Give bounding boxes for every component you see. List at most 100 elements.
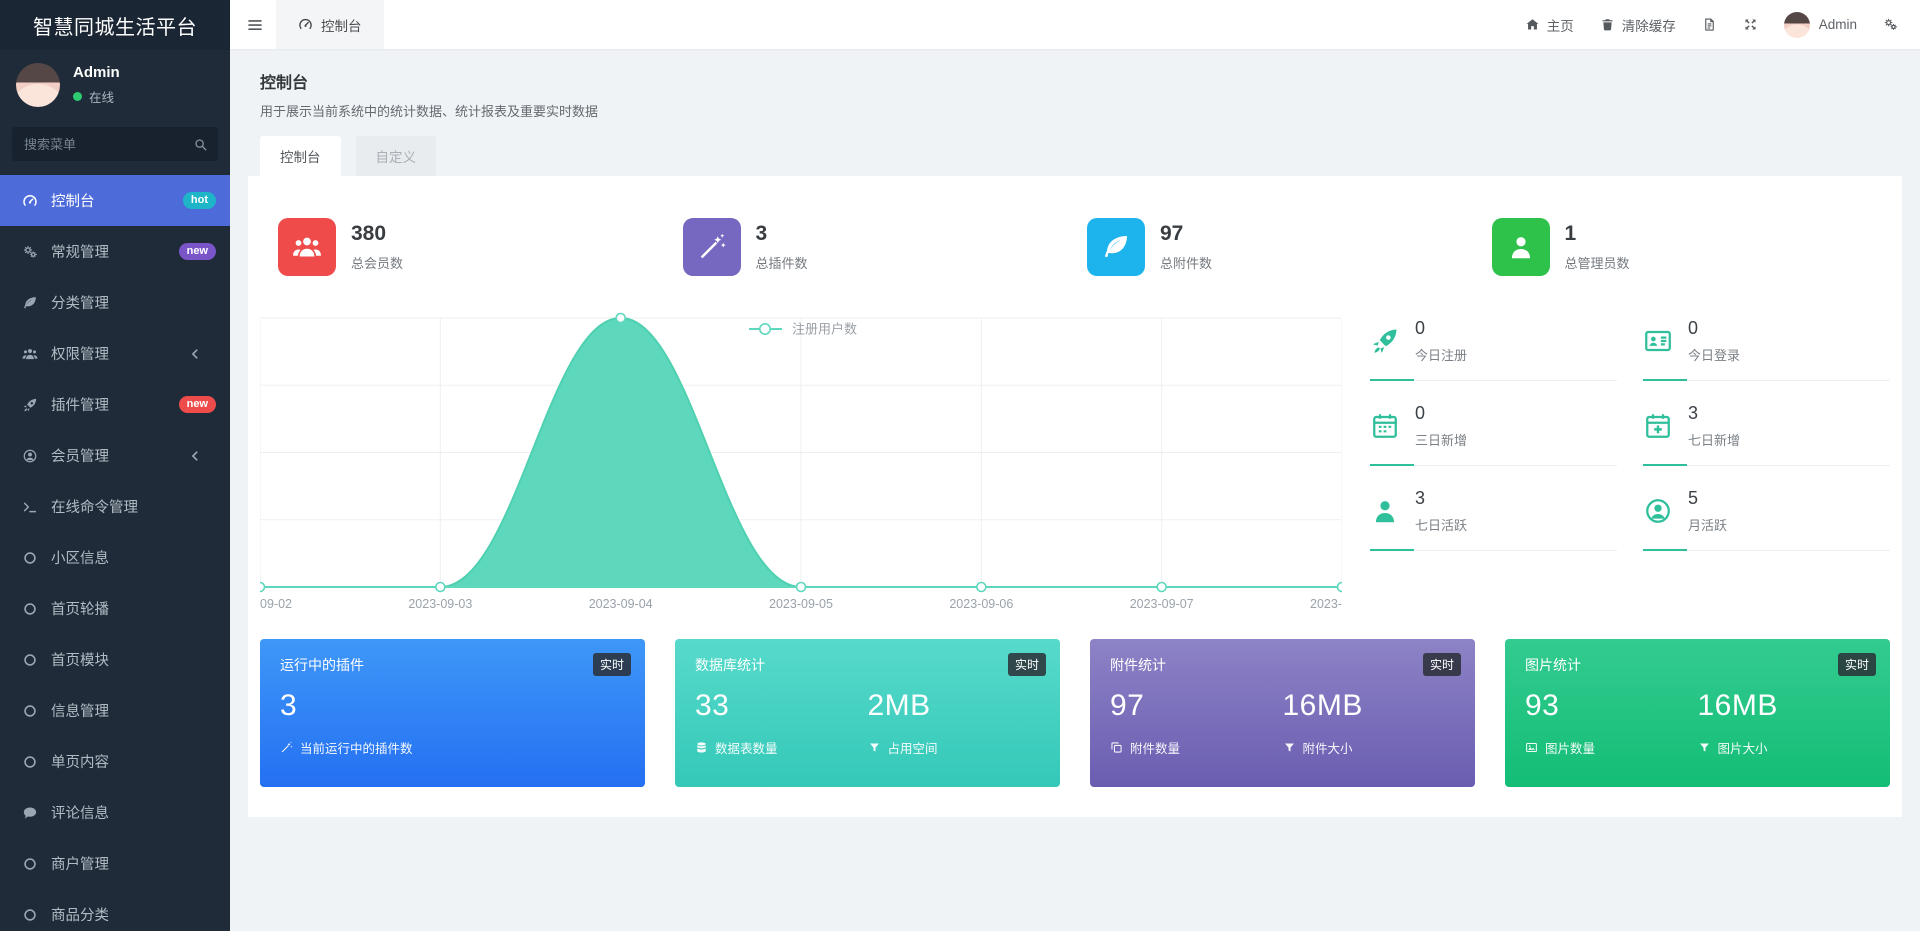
card-label: 当前运行中的插件数: [280, 738, 453, 757]
realtime-card-attachments[interactable]: 附件统计实时97附件数量16MB附件大小: [1090, 639, 1475, 787]
id-card-icon: [1643, 326, 1673, 356]
realtime-card-running-addons[interactable]: 运行中的插件实时3当前运行中的插件数: [260, 639, 645, 787]
search-icon[interactable]: [193, 137, 208, 152]
user-circle-icon: [1643, 496, 1673, 526]
leaf-icon: [22, 295, 38, 311]
angle-left-icon: [187, 448, 203, 464]
sidebar-item-label: 首页模块: [51, 649, 216, 670]
mini-stats-grid: 0 今日注册 0 今日登录 0三日新增 3七日新增 3 七日活跃 5月活跃: [1370, 310, 1890, 617]
realtime-cards-row: 运行中的插件实时3当前运行中的插件数数据库统计实时33数据表数量2MB占用空间附…: [260, 639, 1890, 787]
card-label: 附件数量: [1110, 738, 1283, 757]
sidebar-item-label: 首页轮播: [51, 598, 216, 619]
mini-stat-value: 0: [1415, 403, 1467, 424]
app-title: 智慧同城生活平台: [33, 11, 197, 40]
card-title: 运行中的插件: [280, 655, 625, 675]
mini-stat-value: 0: [1688, 318, 1740, 339]
navbar-right: 主页 清除缓存 Admin: [1525, 12, 1920, 38]
clone-icon: [1110, 741, 1123, 754]
realtime-card-database[interactable]: 数据库统计实时33数据表数量2MB占用空间: [675, 639, 1060, 787]
search-input[interactable]: [12, 127, 218, 161]
sidebar-item-banner[interactable]: 首页轮播: [0, 583, 230, 634]
mini-stat-label: 今日登录: [1688, 345, 1740, 364]
sidebar-item-member[interactable]: 会员管理: [0, 430, 230, 481]
sidebar-item-merchant[interactable]: 商户管理: [0, 838, 230, 889]
sidebar-item-label: 会员管理: [51, 445, 187, 466]
tab-custom[interactable]: 自定义: [356, 136, 437, 176]
page-header: 控制台 用于展示当前系统中的统计数据、统计报表及重要实时数据 控制台自定义: [230, 49, 1920, 176]
mini-stat-value: 3: [1415, 488, 1467, 509]
realtime-card-images[interactable]: 图片统计实时93图片数量16MB图片大小: [1505, 639, 1890, 787]
mini-stat-month-active: 5月活跃: [1643, 466, 1890, 551]
gauge-icon: [298, 17, 313, 32]
sidebar-item-info[interactable]: 信息管理: [0, 685, 230, 736]
avatar[interactable]: [16, 63, 60, 107]
sidebar-item-community[interactable]: 小区信息: [0, 532, 230, 583]
sidebar-item-dashboard[interactable]: 控制台hot: [0, 175, 230, 226]
navbar-user-name: Admin: [1819, 17, 1857, 32]
settings-gears-icon[interactable]: [1883, 17, 1898, 32]
svg-text:2023-09-06: 2023-09-06: [949, 597, 1013, 611]
mini-stat-value: 0: [1415, 318, 1467, 339]
file-icon[interactable]: [1702, 17, 1717, 32]
stat-attachments: 97总附件数: [1075, 218, 1480, 276]
circle-icon: [22, 652, 38, 668]
sidebar-item-label: 信息管理: [51, 700, 216, 721]
sidebar-item-page[interactable]: 单页内容: [0, 736, 230, 787]
registrations-chart[interactable]: 注册用户数2023-09-022023-09-032023-09-042023-…: [260, 310, 1342, 617]
card-title: 图片统计: [1525, 655, 1870, 675]
top-navbar: 控制台 主页 清除缓存 Admin: [230, 0, 1920, 49]
database-icon: [695, 741, 708, 754]
sidebar-item-module[interactable]: 首页模块: [0, 634, 230, 685]
badge-new: new: [179, 396, 216, 413]
stats-row: 380总会员数3总插件数97总附件数1总管理员数: [248, 176, 1902, 276]
home-link[interactable]: 主页: [1525, 15, 1574, 35]
sidebar-item-category[interactable]: 分类管理: [0, 277, 230, 328]
content: 控制台 用于展示当前系统中的统计数据、统计报表及重要实时数据 控制台自定义 38…: [230, 49, 1920, 931]
sidebar-item-command[interactable]: 在线命令管理: [0, 481, 230, 532]
content-tabs: 控制台自定义: [260, 136, 1890, 176]
sidebar-item-comment[interactable]: 评论信息: [0, 787, 230, 838]
nav-tab-dashboard[interactable]: 控制台: [276, 0, 384, 49]
mini-stat-seven-day-new: 3七日新增: [1643, 381, 1890, 466]
svg-text:2023-09-02: 2023-09-02: [260, 597, 292, 611]
sidebar-toggle-icon[interactable]: [246, 16, 264, 34]
tab-dashboard[interactable]: 控制台: [260, 136, 341, 176]
stat-addons: 3总插件数: [671, 218, 1076, 276]
users-icon: [22, 346, 38, 362]
gears-icon: [22, 244, 38, 260]
svg-text:2023-09-04: 2023-09-04: [589, 597, 653, 611]
app-logo[interactable]: 智慧同城生活平台: [0, 0, 230, 50]
user-icon: [1370, 496, 1400, 526]
gauge-icon: [22, 193, 38, 209]
app-root: 智慧同城生活平台 Admin 在线 控制台hot常规管理new分类管理权限管理插…: [0, 0, 1920, 931]
mini-stat-label: 七日活跃: [1415, 515, 1467, 534]
main-area: 控制台 主页 清除缓存 Admin: [230, 0, 1920, 931]
user-menu[interactable]: Admin: [1784, 12, 1857, 38]
sidebar-item-label: 分类管理: [51, 292, 216, 313]
fullscreen-icon[interactable]: [1743, 17, 1758, 32]
mini-stat-label: 今日注册: [1415, 345, 1467, 364]
sidebar-item-auth[interactable]: 权限管理: [0, 328, 230, 379]
page-title: 控制台: [260, 69, 1890, 93]
sidebar-item-general[interactable]: 常规管理new: [0, 226, 230, 277]
card-title: 数据库统计: [695, 655, 1040, 675]
circle-icon: [22, 601, 38, 617]
badge-new: new: [179, 243, 216, 260]
mini-stat-three-day-new: 0三日新增: [1370, 381, 1617, 466]
mini-stat-today-login: 0 今日登录: [1643, 312, 1890, 381]
stat-label: 总插件数: [756, 253, 808, 272]
sidebar-item-addon[interactable]: 插件管理new: [0, 379, 230, 430]
online-dot-icon: [73, 92, 82, 101]
sidebar-item-goods-category[interactable]: 商品分类: [0, 889, 230, 931]
sidebar-item-label: 小区信息: [51, 547, 216, 568]
card-value: 16MB: [1698, 689, 1871, 723]
menu-search: [12, 127, 218, 161]
user-icon: [1492, 218, 1550, 276]
svg-text:注册用户数: 注册用户数: [792, 322, 857, 337]
card-value: 33: [695, 689, 868, 723]
sidebar-item-label: 评论信息: [51, 802, 216, 823]
rocket-icon: [1370, 326, 1400, 356]
clear-cache-link[interactable]: 清除缓存: [1600, 15, 1676, 35]
image-icon: [1525, 741, 1538, 754]
card-value: 2MB: [868, 689, 1041, 723]
